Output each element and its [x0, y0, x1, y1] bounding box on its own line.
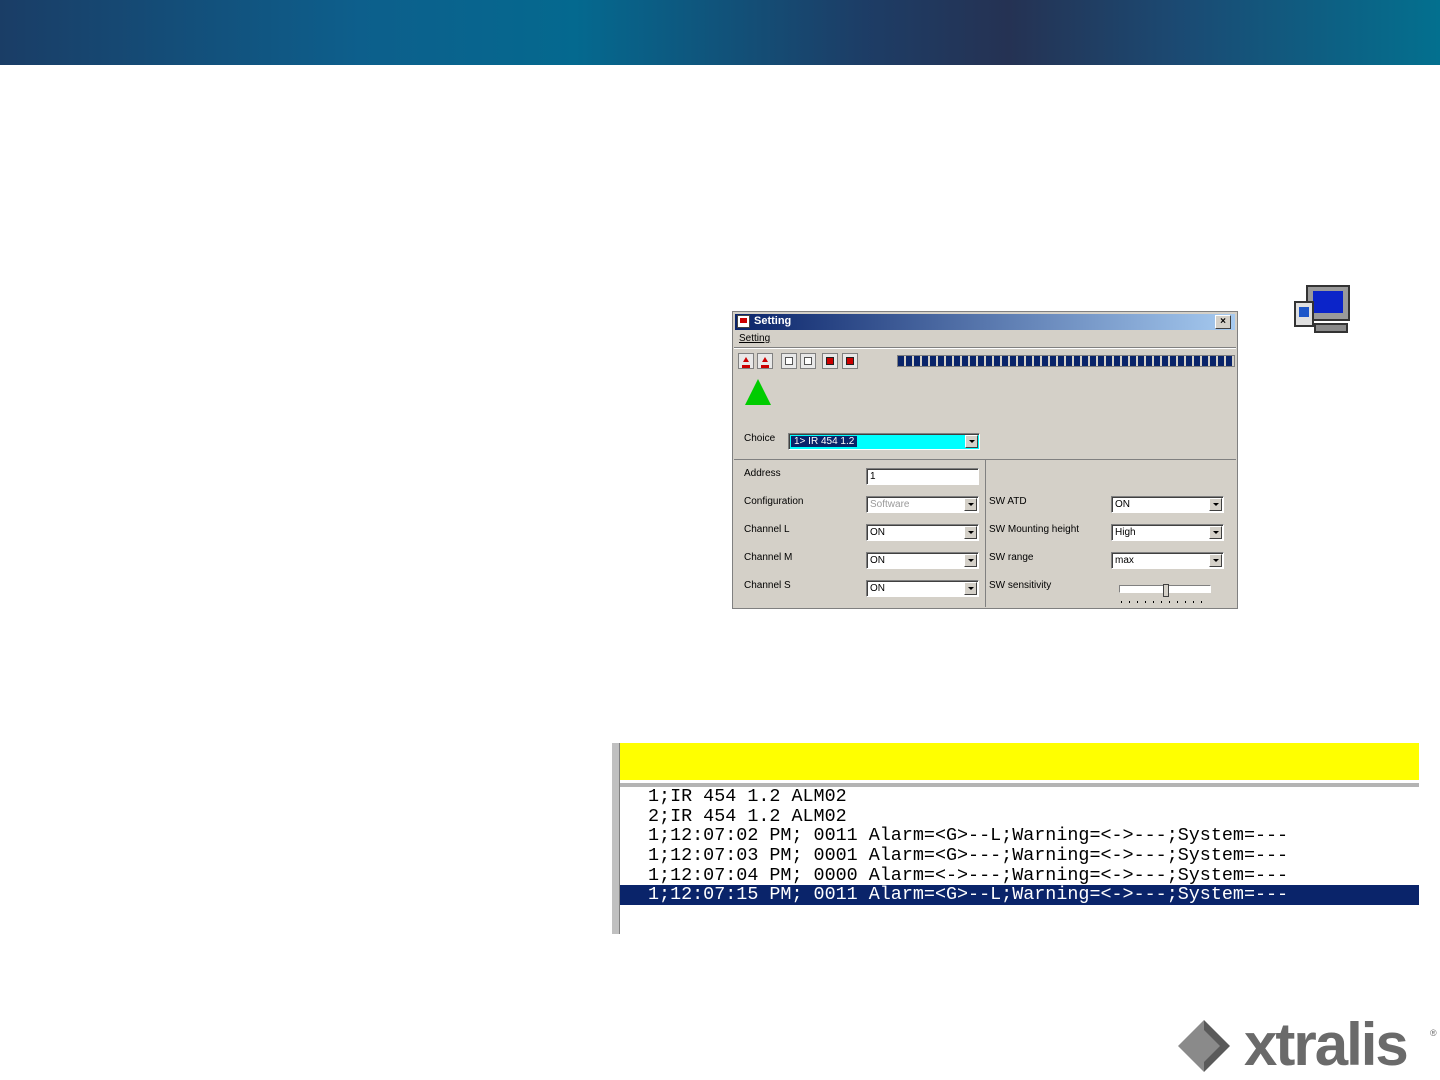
- address-field[interactable]: 1: [866, 468, 979, 485]
- address-value: 1: [870, 471, 876, 482]
- menu-bar: Setting: [739, 333, 770, 344]
- sw-mounting-height-value: High: [1115, 527, 1136, 538]
- chevron-down-icon[interactable]: [964, 554, 977, 567]
- chevron-down-icon[interactable]: [964, 582, 977, 595]
- channel-s-value: ON: [870, 583, 885, 594]
- sw-atd-value: ON: [1115, 499, 1130, 510]
- channel-l-label: Channel L: [744, 524, 790, 535]
- progress-bar: [897, 355, 1235, 367]
- logo-trademark: ®: [1430, 1028, 1437, 1038]
- dialog-title: Setting: [754, 315, 792, 327]
- column-divider: [985, 460, 986, 607]
- channel-m-value: ON: [870, 555, 885, 566]
- download-icon[interactable]: [757, 353, 773, 369]
- sw-range-value: max: [1115, 555, 1134, 566]
- log-line[interactable]: 2;IR 454 1.2 ALM02: [620, 806, 1419, 827]
- sw-sensitivity-label: SW sensitivity: [989, 580, 1052, 591]
- log-line[interactable]: 1;12:07:04 PM; 0000 Alarm=<->---;Warning…: [620, 865, 1419, 886]
- channel-s-select[interactable]: ON: [866, 580, 979, 597]
- status-triangle-icon: [745, 379, 771, 405]
- log-line[interactable]: 1;IR 454 1.2 ALM02: [620, 787, 1419, 807]
- chevron-down-icon[interactable]: [1209, 498, 1222, 511]
- choice-value: 1> IR 454 1.2: [791, 436, 858, 447]
- sw-atd-select[interactable]: ON: [1111, 496, 1224, 513]
- copy-icon[interactable]: [781, 353, 797, 369]
- log-header-bar: [620, 743, 1419, 780]
- setting-dialog: Setting × Setting Choice 1> IR 454 1.2 A…: [732, 311, 1238, 609]
- log-line[interactable]: 1;12:07:02 PM; 0011 Alarm=<G>--L;Warning…: [620, 826, 1419, 846]
- menu-divider: [734, 347, 1236, 349]
- save-as-icon[interactable]: [842, 353, 858, 369]
- configuration-value: Software: [870, 499, 910, 510]
- chevron-down-icon[interactable]: [965, 435, 978, 448]
- sw-mounting-height-select[interactable]: High: [1111, 524, 1224, 541]
- slider-ticks: [1121, 601, 1209, 603]
- configuration-select[interactable]: Software: [866, 496, 979, 513]
- close-button[interactable]: ×: [1215, 315, 1231, 329]
- chevron-down-icon[interactable]: [1209, 554, 1222, 567]
- logo-diamond-icon: [1178, 1020, 1230, 1072]
- dialog-titlebar[interactable]: Setting ×: [735, 314, 1235, 330]
- address-label: Address: [744, 468, 781, 479]
- channel-s-label: Channel S: [744, 580, 791, 591]
- save-icon[interactable]: [822, 353, 838, 369]
- monitor-base: [1314, 323, 1348, 333]
- menu-setting[interactable]: Setting: [739, 333, 770, 344]
- computer-settings-icon[interactable]: [1294, 283, 1356, 347]
- chevron-down-icon[interactable]: [964, 526, 977, 539]
- channel-m-select[interactable]: ON: [866, 552, 979, 569]
- configuration-label: Configuration: [744, 496, 804, 507]
- channel-l-value: ON: [870, 527, 885, 538]
- software-box-shape: [1294, 301, 1314, 327]
- xtralis-logo: xtralis ®: [1174, 1011, 1438, 1078]
- progress-fill: [898, 356, 1234, 366]
- log-line[interactable]: 1;12:07:03 PM; 0001 Alarm=<G>---;Warning…: [620, 846, 1419, 866]
- event-log-panel: 1;IR 454 1.2 ALM02 2;IR 454 1.2 ALM02 1;…: [612, 743, 1419, 934]
- log-lines: 1;IR 454 1.2 ALM02 2;IR 454 1.2 ALM02 1;…: [620, 787, 1419, 906]
- sw-range-label: SW range: [989, 552, 1034, 563]
- app-icon: [737, 315, 750, 328]
- paste-icon[interactable]: [800, 353, 816, 369]
- chevron-down-icon[interactable]: [1209, 526, 1222, 539]
- logo-wordmark: xtralis: [1244, 1011, 1409, 1078]
- sw-atd-label: SW ATD: [989, 496, 1027, 507]
- choice-label: Choice: [744, 433, 776, 444]
- sw-mounting-height-label: SW Mounting height: [989, 524, 1080, 535]
- sw-range-select[interactable]: max: [1111, 552, 1224, 569]
- header-banner: [0, 0, 1440, 65]
- slider-thumb[interactable]: [1163, 584, 1169, 597]
- log-line-selected[interactable]: 1;12:07:15 PM; 0011 Alarm=<G>--L;Warning…: [620, 885, 1419, 906]
- log-left-border: [612, 743, 620, 934]
- chevron-down-icon[interactable]: [964, 498, 977, 511]
- sw-sensitivity-slider[interactable]: [1119, 584, 1211, 604]
- choice-select[interactable]: 1> IR 454 1.2: [788, 433, 980, 450]
- upload-icon[interactable]: [738, 353, 754, 369]
- channel-m-label: Channel M: [744, 552, 793, 563]
- channel-l-select[interactable]: ON: [866, 524, 979, 541]
